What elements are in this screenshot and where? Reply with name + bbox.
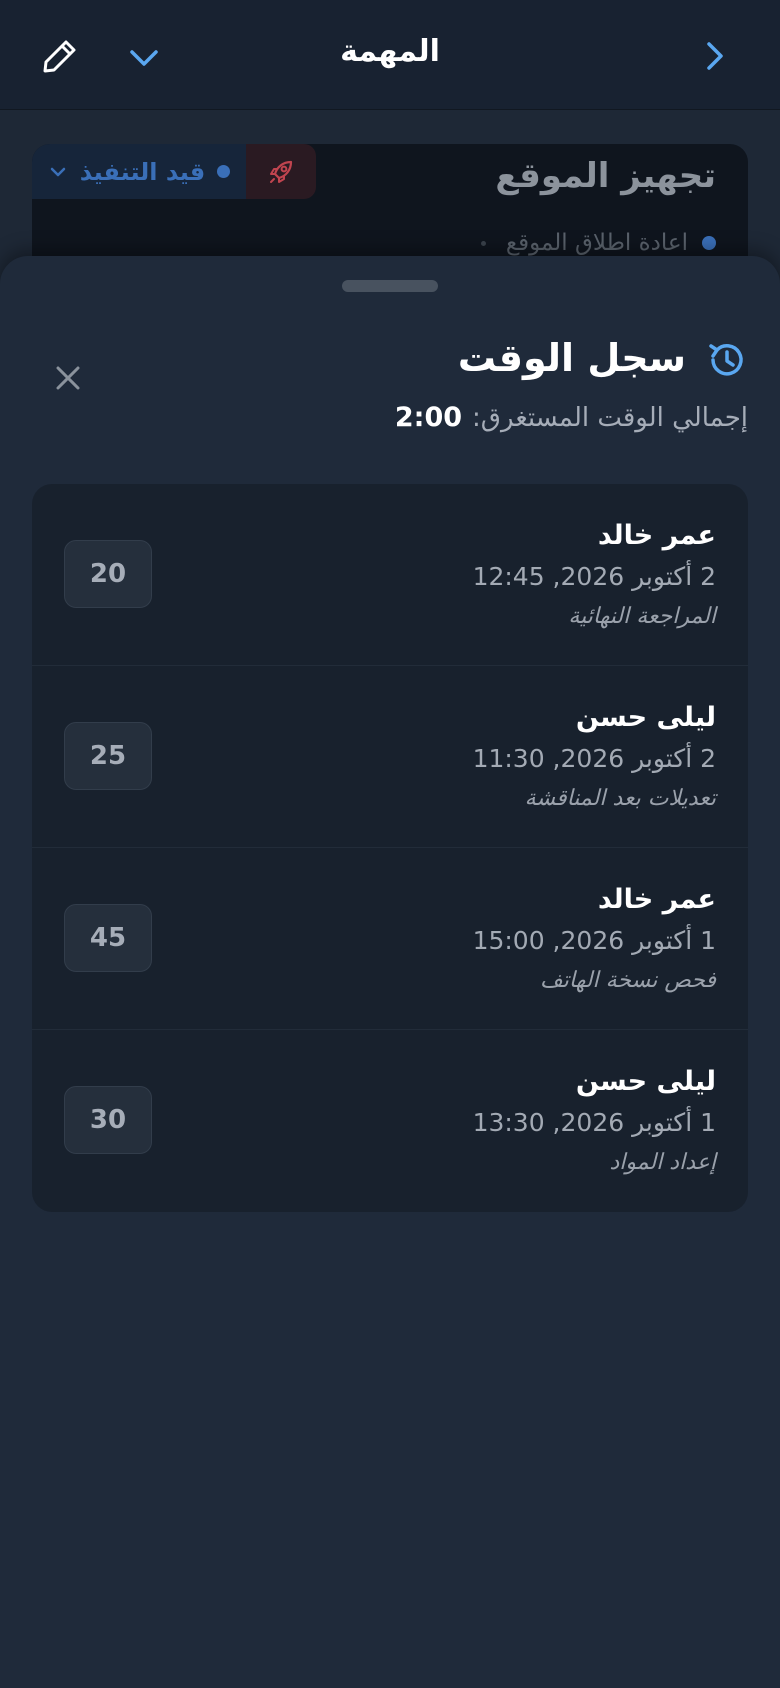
total-time: إجمالي الوقت المستغرق: 2:00 [395,402,748,433]
subtask-bullet [702,236,716,250]
chevron-down-icon [50,167,65,176]
close-button[interactable] [50,360,86,396]
close-icon [56,366,80,390]
chevron-down-icon [130,50,158,66]
status-label: قيد التنفيذ [79,157,206,186]
time-log-sheet: سجل الوقت إجمالي الوقت المستغرق: 2:00 عم… [0,256,780,1688]
entry-user-name: ليلى حسن [575,702,716,733]
entry-minutes-badge: 25 [64,722,152,790]
entry-datetime: 2 أكتوبر 2026, 12:45 [472,562,716,591]
total-time-label: إجمالي الوقت المستغرق: [472,403,748,433]
entry-user-name: عمر خالد [597,884,716,915]
total-time-value: 2:00 [394,402,463,433]
subtask-label: اعادة اطلاق الموقع [505,230,688,256]
sheet-drag-handle[interactable] [342,280,438,292]
time-log-entry[interactable]: ليلى حسن 1 أكتوبر 2026, 13:30 إعداد المو… [32,1030,748,1212]
entry-minutes-badge: 45 [64,904,152,972]
pencil-icon [43,40,76,73]
time-log-entry[interactable]: عمر خالد 2 أكتوبر 2026, 12:45 المراجعة ا… [32,484,748,666]
top-bar: المهمة [0,0,780,110]
entry-datetime: 2 أكتوبر 2026, 11:30 [472,744,716,773]
history-icon [709,344,743,376]
priority-badge[interactable] [246,144,316,199]
entry-note: فحص نسخة الهاتف [540,968,716,993]
entry-user-name: عمر خالد [597,520,716,551]
edit-button[interactable] [40,36,80,76]
task-screen: المهمة تجهيز الموقع قيد التنفيذ اعادة اط… [0,0,780,1688]
time-log-entry[interactable]: عمر خالد 1 أكتوبر 2026, 15:00 فحص نسخة ا… [32,848,748,1030]
sheet-header: سجل الوقت إجمالي الوقت المستغرق: 2:00 [40,336,748,446]
entry-note: المراجعة النهائية [568,604,716,629]
subtask-item[interactable]: اعادة اطلاق الموقع [480,230,716,256]
entry-datetime: 1 أكتوبر 2026, 15:00 [472,926,716,955]
page-title: المهمة [340,34,440,69]
subtask-separator [480,240,486,246]
entry-note: إعداد المواد [609,1150,717,1175]
rocket-icon [270,160,293,183]
task-title: تجهيز الموقع [495,156,716,196]
entry-minutes-badge: 20 [64,540,152,608]
time-log-entry[interactable]: ليلى حسن 2 أكتوبر 2026, 11:30 تعديلات بع… [32,666,748,848]
time-log-list: عمر خالد 2 أكتوبر 2026, 12:45 المراجعة ا… [32,484,748,1212]
sheet-title: سجل الوقت [457,336,686,380]
entry-datetime: 1 أكتوبر 2026, 13:30 [472,1108,716,1137]
status-dot [217,165,231,178]
entry-note: تعديلات بعد المناقشة [524,786,716,811]
entry-user-name: ليلى حسن [575,1066,716,1097]
entry-minutes-badge: 30 [64,1086,152,1154]
status-dropdown[interactable]: قيد التنفيذ [32,144,246,199]
task-menu-button[interactable] [124,38,164,78]
